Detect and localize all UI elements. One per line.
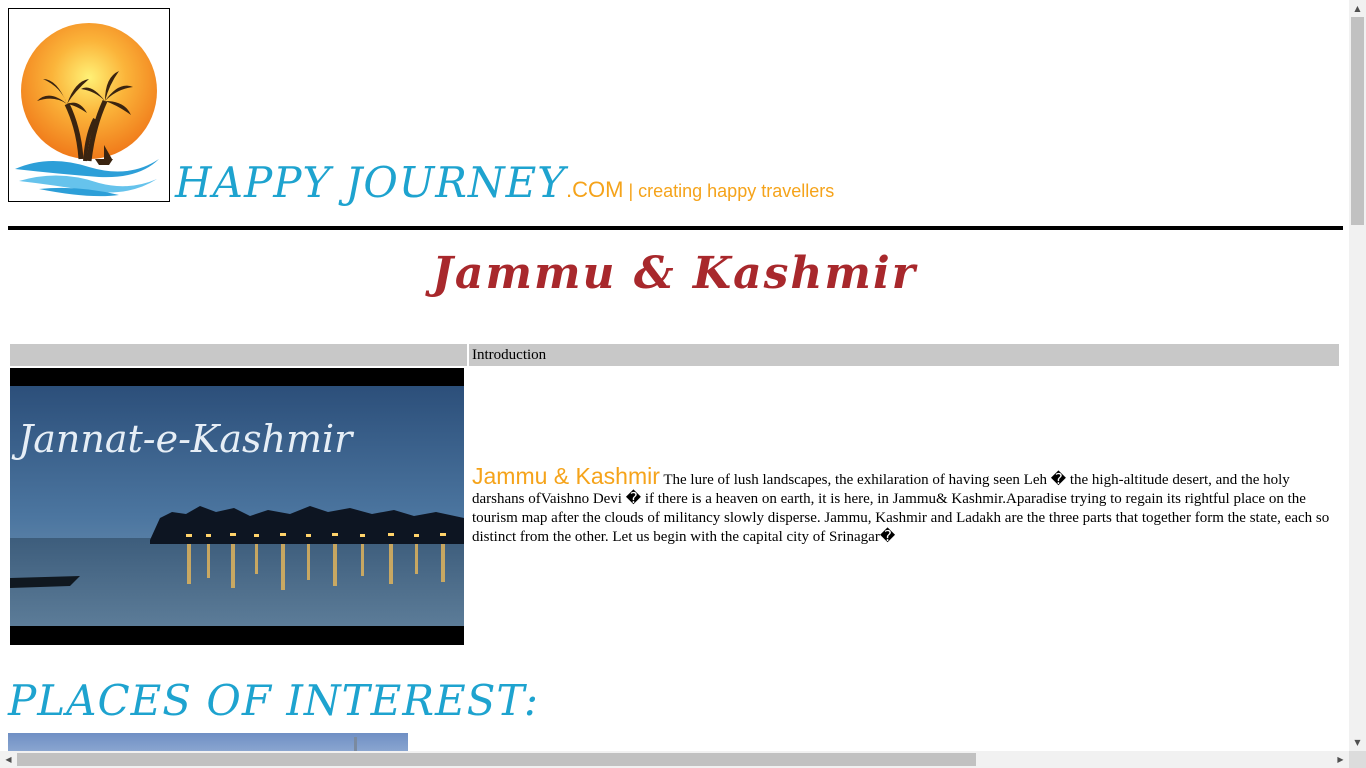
brand-name[interactable]: HAPPY JOURNEY	[175, 158, 566, 207]
horizontal-scrollbar[interactable]: ◀ ▶	[0, 751, 1349, 768]
scroll-up-icon[interactable]: ▲	[1349, 0, 1366, 17]
brand-tagline: creating happy travellers	[638, 181, 835, 201]
intro-lead: Jammu & Kashmir	[472, 462, 660, 489]
kashmir-image-cell: Jannat-e-Kashmir	[10, 368, 467, 645]
vertical-scroll-thumb[interactable]	[1351, 17, 1364, 225]
intro-table-header-empty	[10, 344, 467, 366]
intro-text-cell: Jammu & Kashmir The lure of lush landsca…	[469, 368, 1339, 645]
image-caption: Jannat-e-Kashmir	[11, 417, 355, 461]
header-divider	[8, 226, 1343, 230]
scroll-left-icon[interactable]: ◀	[0, 751, 17, 768]
horizontal-scroll-thumb[interactable]	[17, 753, 976, 766]
brand-domain: .COM	[565, 177, 624, 202]
scroll-down-icon[interactable]: ▼	[1349, 734, 1366, 751]
page-title: Jammu & Kashmir	[432, 248, 917, 299]
scroll-right-icon[interactable]: ▶	[1332, 751, 1349, 768]
intro-table-row: Jannat-e-Kashmir Jammu & Kashmir The lur…	[10, 368, 1339, 645]
intro-table-header-row: Introduction	[10, 344, 1339, 366]
brand-separator: |	[623, 181, 639, 201]
sunset-palm-trees-logo-icon	[15, 23, 159, 197]
site-logo[interactable]	[8, 8, 170, 202]
vertical-scrollbar[interactable]: ▲ ▼	[1349, 0, 1366, 751]
place-image	[8, 733, 408, 751]
intro-table-header: Introduction	[469, 344, 1339, 366]
intro-table: Introduction Jannat-e-Kashmir Jammu & Ka…	[8, 342, 1341, 647]
page: HAPPY JOURNEY.COM | creating happy trave…	[0, 0, 1349, 751]
kashmir-lake-image: Jannat-e-Kashmir	[10, 368, 464, 645]
brand-heading: HAPPY JOURNEY.COM | creating happy trave…	[175, 158, 834, 207]
places-of-interest-heading: PLACES OF INTEREST:	[8, 676, 540, 725]
scrollbar-corner	[1349, 751, 1366, 768]
